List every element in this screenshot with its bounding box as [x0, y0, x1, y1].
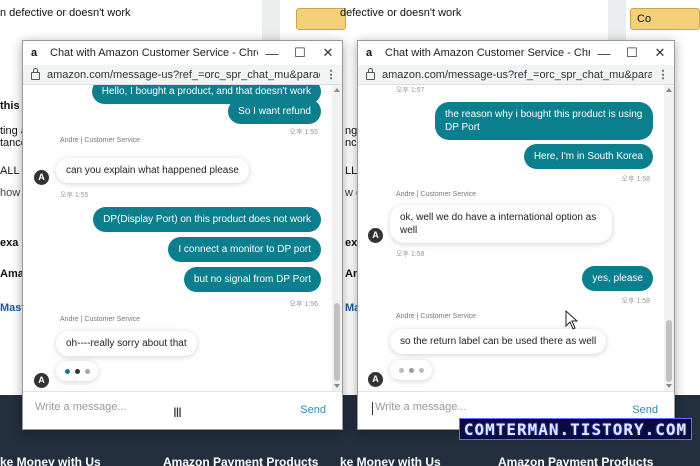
watermark: COMTERMAN.TISTORY.COM — [459, 418, 692, 440]
message-input[interactable] — [35, 401, 265, 413]
close-icon[interactable]: ✕ — [314, 45, 342, 61]
incoming-message: oh----really sorry about that — [56, 331, 197, 356]
more-icon[interactable]: ⋮ — [652, 68, 674, 81]
address-bar[interactable]: amazon.com/message-us?ref_=orc_spr_chat_… — [23, 65, 342, 85]
desktop: n defective or doesn't work defective or… — [0, 0, 700, 466]
chat-window-left: a Chat with Amazon Customer Service - Ch… — [22, 40, 343, 430]
agent-name: Andre | Customer Service — [396, 313, 477, 320]
address-bar[interactable]: amazon.com/message-us?ref_=orc_spr_chat_… — [358, 65, 674, 85]
bg-divider — [262, 0, 280, 40]
maximize-icon[interactable]: ☐ — [618, 45, 646, 61]
chat-transcript: Hello, I bought a product, and that does… — [23, 85, 332, 391]
outgoing-message: DP(Display Port) on this product does no… — [93, 207, 321, 232]
scrollbar-thumb[interactable] — [334, 303, 340, 381]
bg-left-line-6: exa — [0, 237, 19, 249]
outgoing-message: So I want refund — [228, 99, 321, 124]
footer-payment-left[interactable]: Amazon Payment Products — [163, 455, 318, 466]
lock-icon — [366, 67, 375, 80]
chat-scrollbar[interactable] — [332, 85, 342, 391]
lock-icon — [31, 67, 40, 80]
message-time: 오후 1:55 — [60, 192, 89, 199]
url-text[interactable]: amazon.com/message-us?ref_=orc_spr_chat_… — [382, 69, 652, 81]
scroll-down-icon[interactable] — [334, 384, 340, 388]
message-composer: Send — [23, 391, 342, 429]
typing-indicator — [56, 361, 98, 381]
chat-window-right: a Chat with Amazon Customer Service - Ch… — [357, 40, 675, 430]
agent-name: Andre | Customer Service — [60, 316, 141, 323]
message-time: 오후 1:58 — [621, 298, 650, 305]
agent-avatar: A — [34, 170, 49, 185]
agent-avatar: A — [368, 372, 383, 387]
typing-dot — [65, 369, 70, 374]
message-input[interactable] — [375, 401, 605, 413]
window-title: Chat with Amazon Customer Service - Chro… — [50, 47, 258, 59]
chat-scrollbar[interactable] — [664, 85, 674, 391]
send-button[interactable]: Send — [632, 404, 658, 416]
typing-dot — [419, 368, 424, 373]
text-cursor-icon: Ⅲ — [173, 405, 182, 420]
outgoing-message: but no signal from DP Port — [183, 267, 321, 292]
bg-left-line-7: Ama — [0, 268, 24, 280]
mouse-pointer-icon — [565, 310, 579, 330]
window-titlebar: a Chat with Amazon Customer Service - Ch… — [23, 41, 342, 65]
outgoing-message: Here, I'm in South Korea — [523, 144, 653, 169]
more-icon[interactable]: ⋮ — [320, 68, 342, 81]
bg-top-text-right: defective or doesn't work — [340, 7, 462, 19]
bg-amazon-button-right[interactable]: Co — [630, 8, 700, 30]
bg-amazon-button-left[interactable] — [296, 8, 346, 30]
amazon-a-icon: a — [366, 46, 373, 59]
message-time: 오후 1:58 — [396, 251, 425, 258]
incoming-message: ok, well we do have a international opti… — [390, 205, 612, 243]
typing-dot — [85, 369, 90, 374]
bg-top-text-left: n defective or doesn't work — [0, 7, 131, 19]
bg-mid-line-2: ng — [345, 125, 358, 137]
message-time: 오후 1:58 — [621, 176, 650, 183]
incoming-message: so the return label can be used there as… — [390, 329, 607, 354]
close-icon[interactable]: ✕ — [646, 45, 674, 61]
send-button[interactable]: Send — [300, 404, 326, 416]
minimize-icon[interactable]: — — [258, 46, 286, 61]
scroll-down-icon[interactable] — [666, 384, 672, 388]
typing-dot — [75, 369, 80, 374]
scroll-up-icon[interactable] — [334, 88, 340, 92]
footer-money-left[interactable]: ke Money with Us — [0, 455, 101, 466]
outgoing-message: yes, please — [582, 266, 653, 291]
typing-indicator — [390, 360, 432, 380]
message-time: 오후 1:56 — [289, 301, 318, 308]
scroll-up-icon[interactable] — [666, 88, 672, 92]
typing-dot — [399, 368, 404, 373]
minimize-icon[interactable]: — — [590, 46, 618, 61]
footer-money-right[interactable]: ke Money with Us — [340, 455, 441, 466]
typing-dot — [409, 368, 414, 373]
agent-avatar: A — [368, 228, 383, 243]
text-caret — [372, 402, 373, 415]
message-time: 오후 1:57 — [396, 87, 425, 94]
scrollbar-thumb[interactable] — [666, 320, 672, 382]
outgoing-message: the reason why i bought this product is … — [435, 102, 653, 140]
bg-divider-right — [608, 0, 626, 40]
maximize-icon[interactable]: ☐ — [286, 45, 314, 61]
footer-payment-right[interactable]: Amazon Payment Products — [498, 455, 653, 466]
url-text[interactable]: amazon.com/message-us?ref_=orc_spr_chat_… — [47, 69, 320, 81]
amazon-a-icon: a — [31, 46, 38, 59]
incoming-message: can you explain what happened please — [56, 158, 249, 183]
outgoing-message: I connect a monitor to DP port — [168, 237, 321, 262]
agent-name: Andre | Customer Service — [396, 191, 477, 198]
window-titlebar: a Chat with Amazon Customer Service - Ch… — [358, 41, 674, 65]
window-title: Chat with Amazon Customer Service - Chro… — [385, 47, 590, 59]
agent-avatar: A — [34, 373, 49, 388]
agent-name: Andre | Customer Service — [60, 137, 141, 144]
chat-transcript: 오후 1:57 the reason why i bought this pro… — [358, 85, 664, 391]
message-time: 오후 1:55 — [289, 129, 318, 136]
